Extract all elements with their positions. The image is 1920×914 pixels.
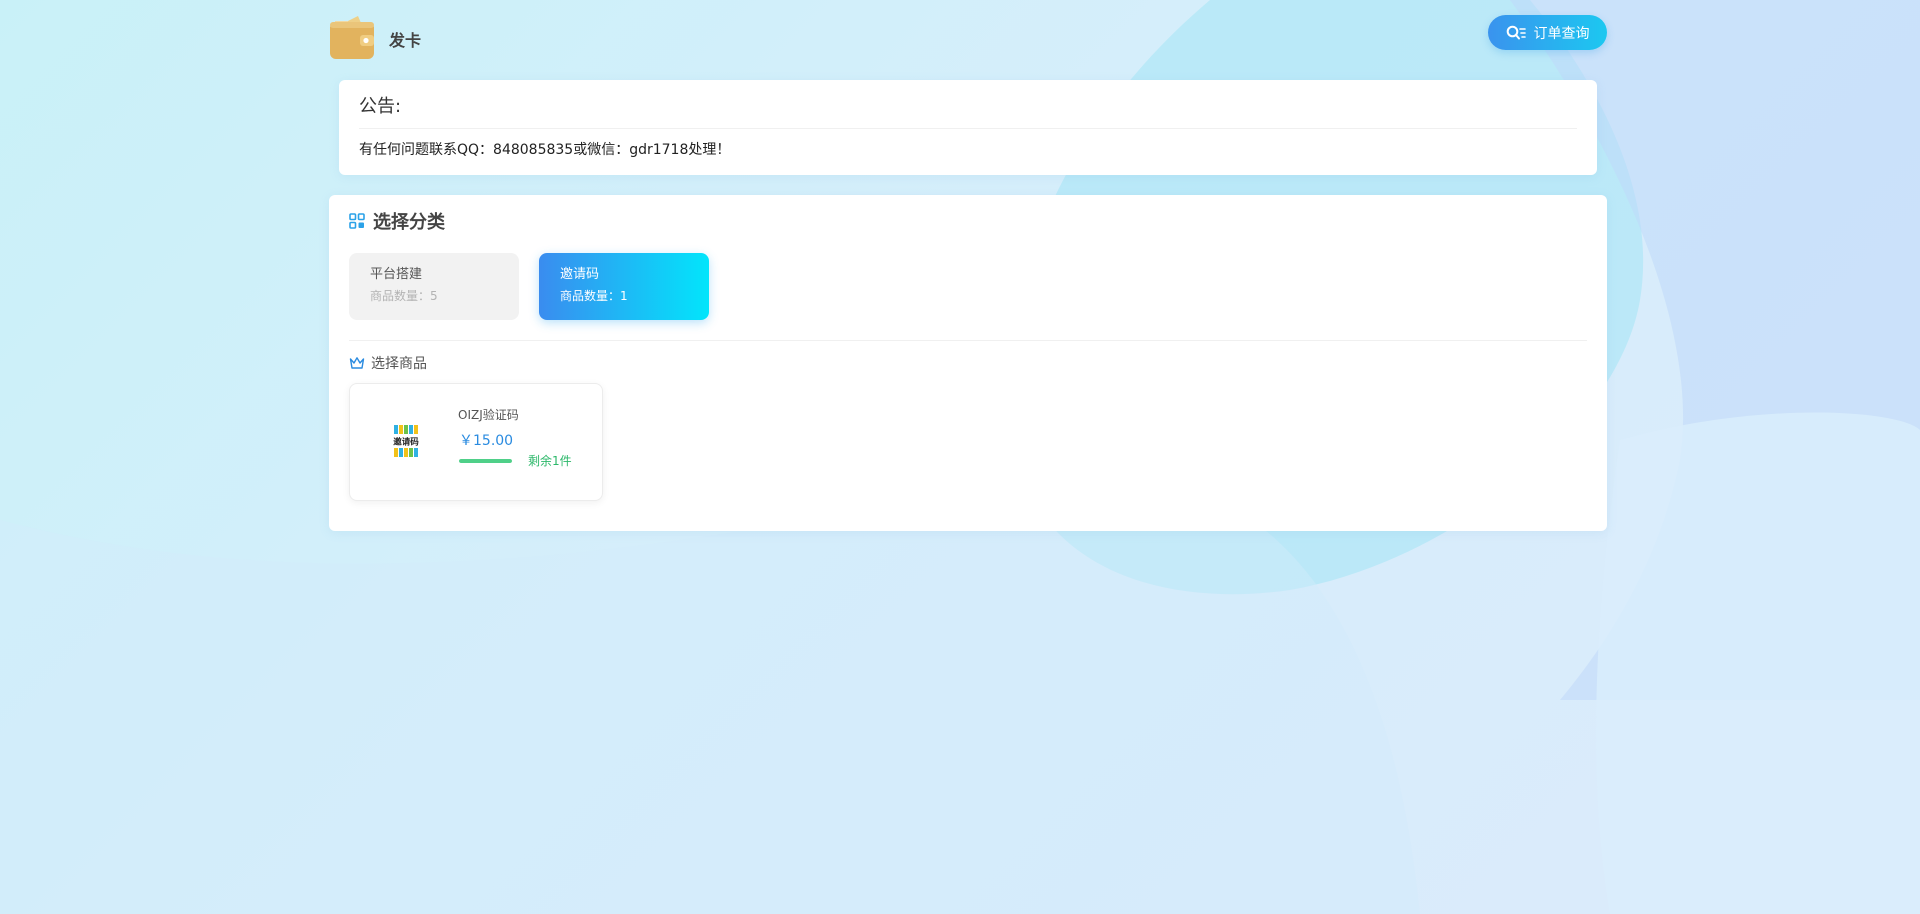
category-item-platform[interactable]: 平台搭建 商品数量：5 <box>349 253 519 320</box>
products-title: 选择商品 <box>371 356 427 372</box>
grid-icon <box>349 213 365 229</box>
categories-title: 选择分类 <box>373 212 445 233</box>
category-item-invite-code[interactable]: 邀请码 商品数量：1 <box>539 253 709 320</box>
shop-card: 选择分类 平台搭建 商品数量：5 邀请码 商品数量：1 选择商品 邀请码 OIZ… <box>329 195 1607 531</box>
stock-label: 剩余1件 <box>528 454 572 468</box>
category-list: 平台搭建 商品数量：5 邀请码 商品数量：1 <box>349 253 1587 341</box>
product-thumb-text: 邀请码 <box>393 437 419 448</box>
invite-code-thumbnail-icon: 邀请码 <box>393 425 419 457</box>
site-name[interactable]: 发卡 <box>389 27 421 51</box>
categories-heading: 选择分类 <box>349 209 1587 233</box>
notice-title: 公告: <box>359 92 1577 129</box>
category-name: 邀请码 <box>560 267 600 282</box>
header: 发卡 订单查询 <box>329 0 1607 80</box>
product-name: OIZJ验证码 <box>458 408 519 422</box>
notice-card: 公告: 有任何问题联系QQ：848085835或微信：gdr1718处理！ <box>339 80 1597 175</box>
stock-progress-fill <box>459 459 512 463</box>
products-heading: 选择商品 <box>349 353 1587 373</box>
wallet-icon[interactable] <box>330 15 374 59</box>
product-card[interactable]: 邀请码 OIZJ验证码 ￥15.00 剩余1件 <box>349 383 603 501</box>
category-count: 商品数量：1 <box>560 289 628 303</box>
product-list: 邀请码 OIZJ验证码 ￥15.00 剩余1件 <box>349 383 1587 501</box>
product-thumbnail: 邀请码 <box>392 424 420 458</box>
category-count: 商品数量：5 <box>370 289 438 303</box>
notice-content: 有任何问题联系QQ：848085835或微信：gdr1718处理！ <box>359 142 731 158</box>
search-list-icon <box>1506 25 1526 39</box>
page-container: 发卡 订单查询 公告: 有任何问题联系QQ：848085835或微信：gdr17… <box>329 0 1607 531</box>
product-price: ￥15.00 <box>459 433 514 449</box>
category-name: 平台搭建 <box>370 267 423 282</box>
crown-icon <box>349 357 365 369</box>
order-query-button[interactable]: 订单查询 <box>1488 15 1607 50</box>
stock-progress-bar <box>459 459 512 463</box>
order-query-label: 订单查询 <box>1533 25 1590 42</box>
